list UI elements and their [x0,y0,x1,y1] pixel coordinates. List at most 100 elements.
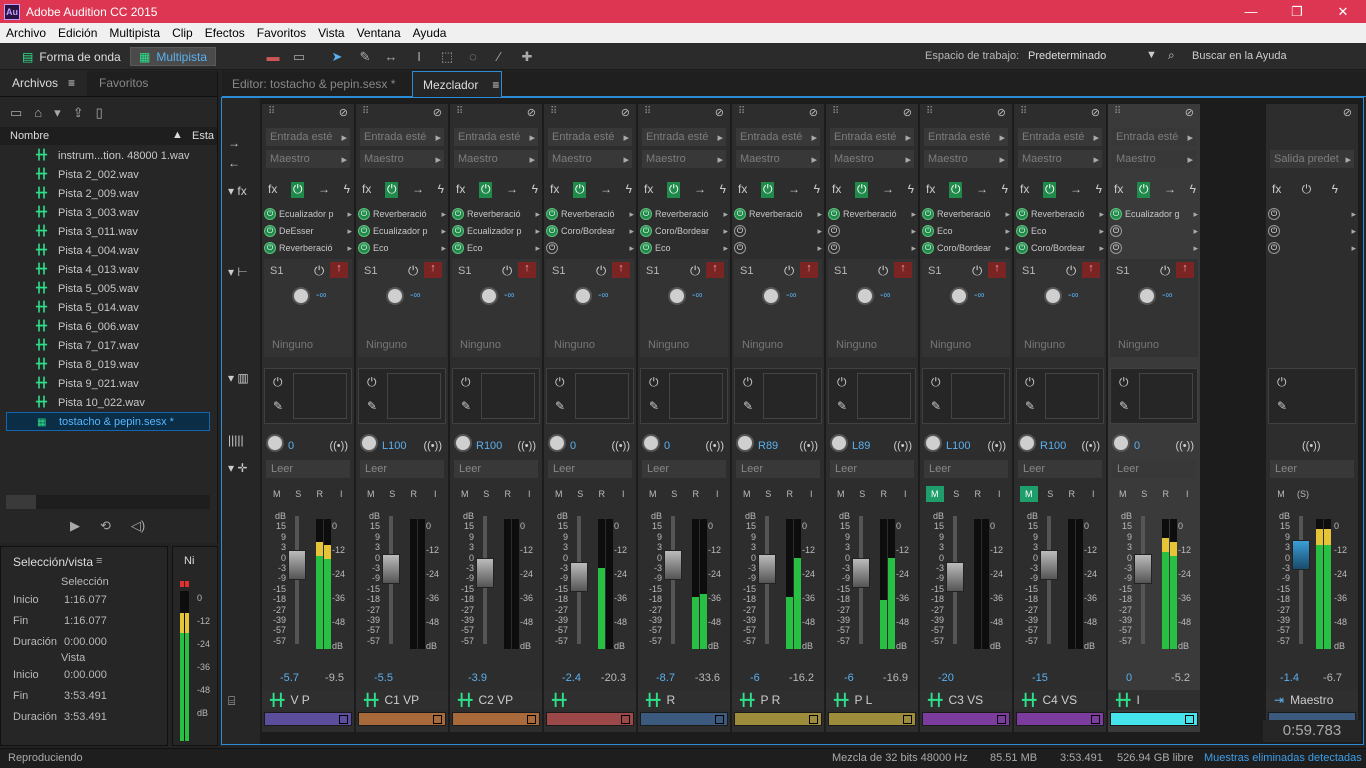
track-s-button[interactable]: S [384,486,402,502]
track-m-button[interactable]: M [550,486,568,502]
output-select[interactable]: Maestro [548,150,632,168]
fader-track[interactable] [295,516,299,644]
pan-value[interactable]: 0 [1134,440,1140,452]
output-select[interactable]: Maestro [1018,150,1102,168]
track-r-button[interactable]: R [875,486,893,502]
track-i-button[interactable]: I [333,486,351,502]
track-color-bar[interactable] [640,712,728,726]
grip-icon[interactable]: ⠿ [362,106,369,117]
eq-power-icon[interactable]: ⏻ [1025,375,1035,390]
slip-tool-icon[interactable]: ↔ [382,48,400,65]
power-icon[interactable]: ⏻ [1016,208,1028,220]
volume-fader[interactable] [946,562,964,592]
send-volume-knob[interactable] [668,287,686,305]
file-list-item[interactable]: ╋╋ Pista 9_021.wav [6,374,210,393]
menu-ayuda[interactable]: Ayuda [407,26,453,40]
grip-icon[interactable]: ⠿ [1114,106,1121,117]
input-select[interactable]: Entrada esté [1018,128,1102,146]
close-button[interactable]: ✕ [1320,0,1366,23]
track-m-button[interactable]: M [1020,486,1038,502]
pan-knob[interactable] [642,434,660,452]
file-list-item[interactable]: ╋╋ Pista 7_017.wav [6,336,210,355]
power-icon[interactable]: ⏻ [1268,225,1280,237]
send-volume-value[interactable]: -∞ [504,290,514,301]
pan-knob[interactable] [266,434,284,452]
eq-power-icon[interactable]: ⏻ [931,375,941,390]
send-volume-value[interactable]: -∞ [1162,290,1172,301]
track-color-bar[interactable] [1110,712,1198,726]
stereo-icon[interactable]: ((•)) [1081,440,1100,452]
pan-value[interactable]: R100 [1040,440,1066,452]
power-icon[interactable]: ⏻ [546,242,558,254]
send-volume-knob[interactable] [1138,287,1156,305]
power-icon[interactable]: ⏻ [734,208,746,220]
grip-icon[interactable]: ⠿ [1020,106,1027,117]
stereo-icon[interactable]: ((•)) [423,440,442,452]
fx-slot[interactable]: ⏻ ▸ [1268,223,1356,239]
fx-slot[interactable]: ⏻ ▸ [1110,240,1198,256]
pan-knob[interactable] [736,434,754,452]
output-select[interactable]: Maestro [642,150,726,168]
power-icon[interactable]: ⏻ [264,242,276,254]
power-icon[interactable]: ⏻ [452,208,464,220]
track-r-button[interactable]: R [1157,486,1175,502]
track-s-button[interactable]: S [948,486,966,502]
pre-post-icon[interactable]: → [694,182,706,198]
send-volume-knob[interactable] [292,287,310,305]
track-name[interactable]: C4 VS [1042,693,1077,707]
power-icon[interactable]: ⏻ [828,225,840,237]
file-list-item[interactable]: ╋╋ instrum...tion. 48000 1.wav [6,146,210,165]
fx-slot[interactable]: ⏻ Eco ▸ [358,240,446,256]
file-list-item[interactable]: ╋╋ Pista 4_004.wav [6,241,210,260]
phase-invert-icon[interactable]: ⊘ [1091,106,1100,119]
phase-invert-icon[interactable]: ⊘ [903,106,912,119]
send-prepost-icon[interactable]: ↑ [424,262,442,278]
bolt-icon[interactable]: ϟ [1002,182,1008,198]
volume-fader[interactable] [664,550,682,580]
workspace-select[interactable]: Predeterminado [1028,50,1158,62]
volume-fader[interactable] [476,558,494,588]
pan-value[interactable]: 0 [288,440,294,452]
power-icon[interactable]: ⏻ [734,225,746,237]
eq-edit-icon[interactable]: ✎ [1277,399,1287,413]
track-m-button[interactable]: M [268,486,286,502]
eq-power-icon[interactable]: ⏻ [1277,375,1287,390]
fx-slot[interactable]: ⏻ Reverberació ▸ [546,206,634,222]
fader-track[interactable] [1047,516,1051,644]
volume-value[interactable]: -15 [1032,672,1048,684]
fx-icon[interactable]: fx [832,182,841,198]
track-color-bar[interactable] [358,712,446,726]
power-icon[interactable]: ⏻ [1110,242,1122,254]
send-destination[interactable]: Ninguno [930,339,971,351]
send-destination[interactable]: Ninguno [272,339,313,351]
phase-invert-icon[interactable]: ⊘ [809,106,818,119]
track-m-button[interactable]: M [362,486,380,502]
phase-invert-icon[interactable]: ⊘ [621,106,630,119]
send-power-icon[interactable]: ⏻ [784,263,794,279]
automation-mode-select[interactable]: Leer [548,460,632,478]
tab-mixer[interactable]: Mezclador ≡ [412,71,502,97]
track-color-bar[interactable] [452,712,540,726]
automation-mode-select[interactable]: Leer [360,460,444,478]
fx-power-icon[interactable]: ⏻ [384,182,399,198]
input-select[interactable]: Entrada esté [1112,128,1196,146]
track-r-button[interactable]: R [781,486,799,502]
grip-icon[interactable]: ⠿ [738,106,745,117]
track-m-button[interactable]: M [1272,486,1290,502]
stereo-icon[interactable]: ((•)) [893,440,912,452]
send-power-icon[interactable]: ⏻ [596,263,606,279]
send-volume-knob[interactable] [480,287,498,305]
fx-slot[interactable]: ⏻ Reverberació ▸ [922,206,1010,222]
bolt-icon[interactable]: ϟ [908,182,914,198]
multitrack-view-button[interactable]: ▦ Multipista [130,47,217,66]
power-icon[interactable]: ⏻ [1110,225,1122,237]
fx-slot[interactable]: ⏻ ▸ [1268,206,1356,222]
send-destination[interactable]: Ninguno [648,339,689,351]
file-list-item[interactable]: ╋╋ Pista 6_006.wav [6,317,210,336]
fx-slot[interactable]: ⏻ Ecualizador p ▸ [358,223,446,239]
sel-start-value[interactable]: 1:16.077 [64,594,107,606]
sel-end-value[interactable]: 1:16.077 [64,615,107,627]
automation-mode-select[interactable]: Leer [454,460,538,478]
eq-edit-icon[interactable]: ✎ [1025,399,1035,413]
power-icon[interactable]: ⏻ [922,208,934,220]
